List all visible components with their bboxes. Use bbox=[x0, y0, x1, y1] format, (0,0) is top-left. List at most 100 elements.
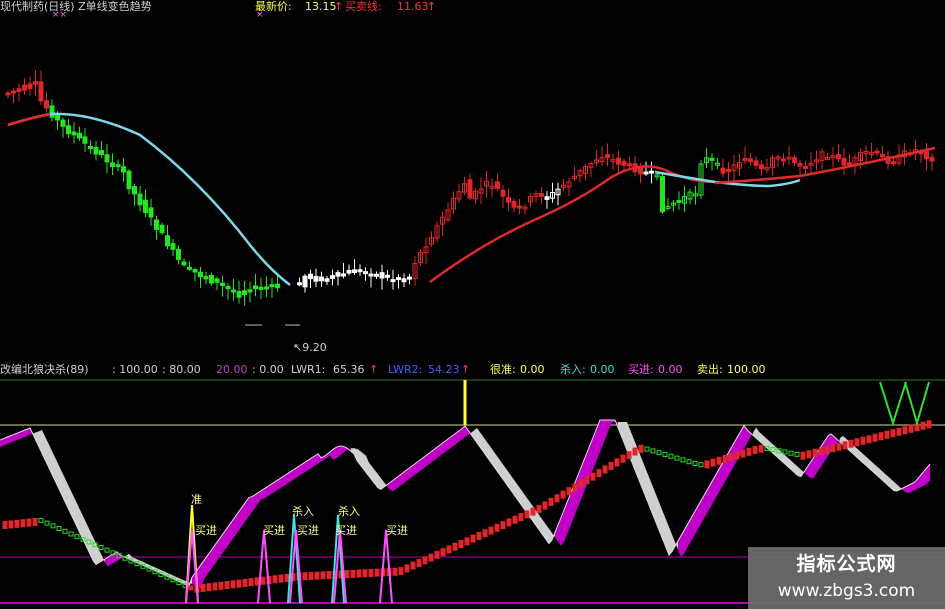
trend-dot bbox=[26, 518, 32, 527]
trend-dot bbox=[74, 534, 80, 540]
trend-dot bbox=[494, 523, 500, 532]
trend-dot bbox=[422, 556, 428, 565]
trend-dot bbox=[854, 438, 860, 447]
trend-dot bbox=[2, 521, 8, 529]
trend-dot bbox=[188, 585, 194, 591]
trend-dot bbox=[704, 460, 710, 469]
trend-dot bbox=[104, 547, 110, 553]
trend-dot bbox=[536, 504, 542, 513]
trend-dot bbox=[50, 523, 56, 529]
trend-dot bbox=[272, 575, 278, 584]
trend-dot bbox=[440, 548, 446, 557]
trend-dot bbox=[650, 448, 656, 454]
signal-maijin-label-2: 买进 bbox=[263, 524, 285, 537]
trend-dot bbox=[626, 451, 632, 460]
trend-dot bbox=[302, 572, 308, 581]
oscillator-band-segment bbox=[336, 446, 339, 459]
signal-maijin-label-4: 买进 bbox=[335, 524, 357, 537]
trend-dot bbox=[926, 420, 932, 429]
trend-dot bbox=[326, 571, 332, 580]
trend-dot bbox=[812, 448, 818, 457]
trend-dot bbox=[62, 528, 68, 534]
trend-dot bbox=[908, 424, 914, 433]
trend-dot bbox=[218, 581, 224, 590]
trend-dot bbox=[260, 576, 266, 585]
trend-dot bbox=[740, 449, 746, 458]
trend-dot bbox=[404, 564, 410, 573]
trend-dot bbox=[866, 435, 872, 444]
trend-dot bbox=[512, 515, 518, 524]
trend-dot bbox=[596, 469, 602, 478]
trend-dot bbox=[344, 570, 350, 579]
trend-dot bbox=[38, 517, 44, 523]
signal-shaaru-label-1: 杀入 bbox=[292, 505, 314, 518]
trend-dot bbox=[668, 453, 674, 459]
trend-dot bbox=[848, 439, 854, 448]
trend-dot bbox=[476, 531, 482, 540]
trend-dot bbox=[608, 461, 614, 470]
trend-dot bbox=[566, 487, 572, 496]
trend-dot bbox=[500, 521, 506, 530]
trend-dot bbox=[806, 450, 812, 459]
trend-dot bbox=[746, 447, 752, 456]
trend-dot bbox=[728, 453, 734, 462]
trend-dot bbox=[428, 553, 434, 562]
trend-dot bbox=[44, 520, 50, 526]
trend-dot bbox=[254, 577, 260, 586]
trend-dot bbox=[392, 567, 398, 576]
trend-dot bbox=[818, 447, 824, 456]
trend-dot bbox=[524, 510, 530, 519]
oscillator-band-segment bbox=[669, 527, 672, 555]
trend-dot bbox=[446, 545, 452, 554]
trend-dot bbox=[842, 441, 848, 450]
trend-dot bbox=[452, 542, 458, 551]
trend-dot bbox=[638, 444, 644, 453]
trend-dot bbox=[530, 507, 536, 516]
trend-dot bbox=[656, 450, 662, 456]
trend-dot bbox=[788, 450, 794, 456]
trend-dot bbox=[794, 451, 800, 457]
watermark-title: 指标公式网 bbox=[796, 553, 897, 575]
trend-dot bbox=[488, 526, 494, 535]
trend-dot bbox=[662, 452, 668, 457]
trend-dot bbox=[872, 433, 878, 442]
trend-dot bbox=[212, 582, 218, 591]
trend-dot bbox=[518, 513, 524, 522]
signal-maijin-label-3: 买进 bbox=[297, 524, 319, 537]
trend-dot bbox=[362, 569, 368, 578]
trend-dot bbox=[620, 454, 626, 463]
oscillator-band-segment bbox=[894, 481, 897, 491]
trend-dot bbox=[230, 580, 236, 589]
trend-dot bbox=[224, 581, 230, 590]
trend-dot bbox=[470, 534, 476, 543]
trend-dot bbox=[698, 462, 704, 468]
trend-dot bbox=[896, 427, 902, 436]
trend-dot bbox=[68, 531, 74, 537]
trend-dot bbox=[722, 455, 728, 463]
oscillator-band-segment bbox=[252, 494, 255, 512]
trend-dot bbox=[8, 520, 14, 529]
trend-dot bbox=[644, 446, 650, 452]
trend-dot bbox=[920, 421, 926, 430]
trend-dot bbox=[32, 518, 38, 526]
trend-dot bbox=[560, 490, 566, 499]
trend-dot bbox=[836, 442, 842, 451]
oscillator-band-segment bbox=[606, 420, 609, 437]
trend-dot bbox=[284, 573, 290, 582]
trend-dot bbox=[758, 444, 764, 453]
signal-maijin-label-1: 买进 bbox=[195, 524, 217, 537]
trend-dot bbox=[716, 456, 722, 465]
watermark-url: www.zbgs3.com bbox=[777, 581, 916, 601]
trend-dot bbox=[674, 455, 680, 461]
trend-dot bbox=[542, 501, 548, 510]
trend-dot bbox=[350, 569, 356, 578]
signal-spike-maijin bbox=[379, 529, 393, 604]
trend-dot bbox=[782, 449, 788, 455]
sell-v-mark bbox=[904, 381, 930, 427]
indicator-chart bbox=[0, 379, 945, 604]
oscillator-band-segment bbox=[798, 466, 801, 477]
trend-dot bbox=[200, 583, 206, 592]
trend-dot bbox=[20, 519, 26, 528]
oscillator-band-segment bbox=[339, 446, 342, 457]
trend-dot bbox=[884, 430, 890, 439]
